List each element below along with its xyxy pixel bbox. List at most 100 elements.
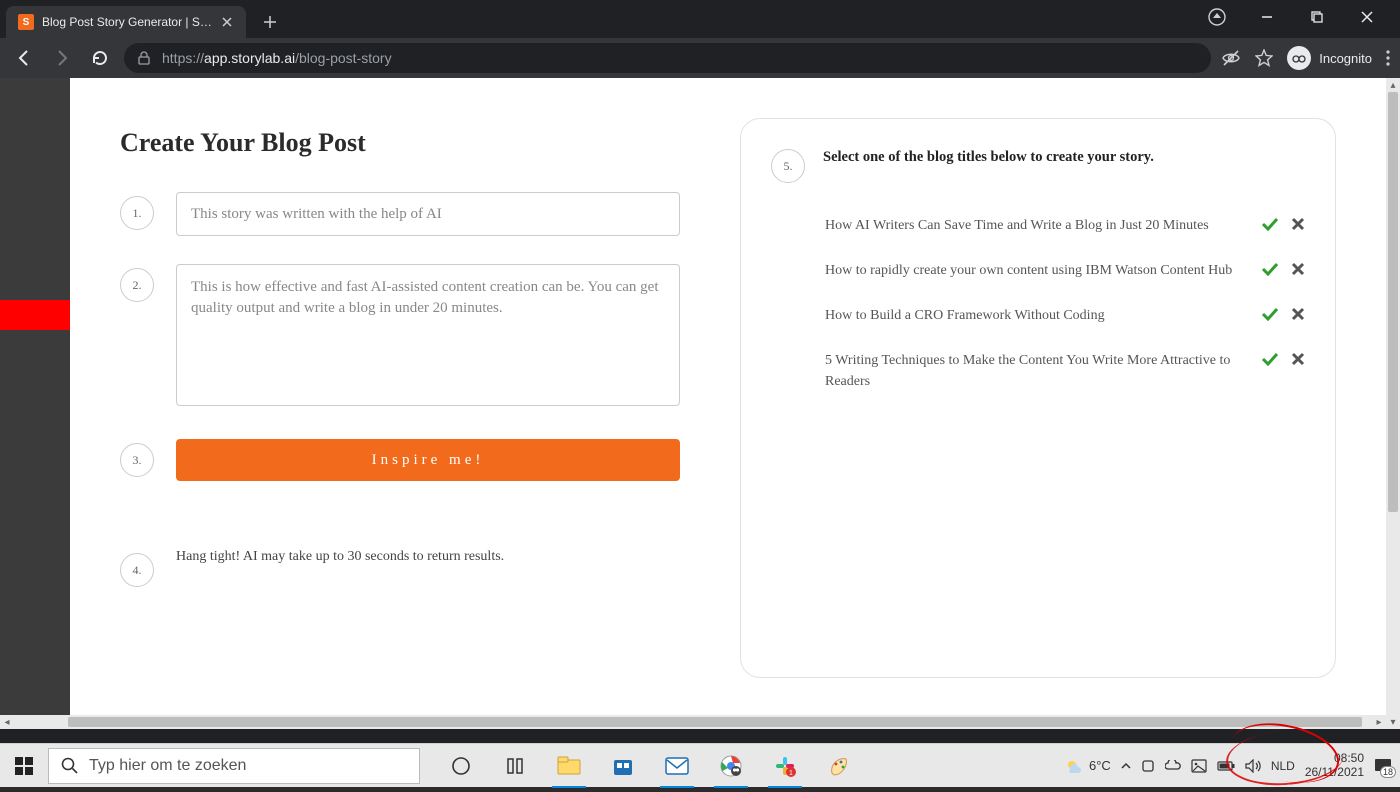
accept-icon[interactable]: [1261, 217, 1279, 231]
tray-onedrive-icon[interactable]: [1165, 760, 1181, 772]
scroll-down-arrow-icon[interactable]: ▾: [1386, 715, 1400, 729]
suggestion-text[interactable]: 5 Writing Techniques to Make the Content…: [825, 350, 1243, 392]
tab-close-icon[interactable]: [220, 15, 234, 29]
svg-text:1: 1: [789, 770, 793, 777]
toolbar-right: Incognito: [1221, 46, 1390, 70]
mail-icon[interactable]: [654, 744, 700, 788]
suggestion-item: 5 Writing Techniques to Make the Content…: [825, 338, 1305, 404]
suggestion-item: How to rapidly create your own content u…: [825, 248, 1305, 293]
window-close-icon[interactable]: [1352, 2, 1382, 32]
back-button[interactable]: [10, 44, 38, 72]
step-number-2: 2.: [120, 268, 154, 302]
horizontal-scroll-thumb[interactable]: [68, 717, 1362, 727]
scroll-left-arrow-icon[interactable]: ◂: [0, 717, 14, 728]
inspire-me-button[interactable]: Inspire me!: [176, 439, 680, 481]
suggestion-text[interactable]: How to rapidly create your own content u…: [825, 260, 1243, 281]
suggestion-text[interactable]: How AI Writers Can Save Time and Write a…: [825, 215, 1243, 236]
step-number-4: 4.: [120, 553, 154, 587]
user-profile-icon[interactable]: [1202, 2, 1232, 32]
incognito-label: Incognito: [1319, 51, 1372, 66]
tab-favicon: S: [18, 14, 34, 30]
chrome-menu-icon[interactable]: [1386, 50, 1390, 66]
tab-title: Blog Post Story Generator | Story: [42, 15, 212, 29]
tray-language[interactable]: NLD: [1271, 759, 1295, 773]
browser-tab[interactable]: S Blog Post Story Generator | Story: [6, 6, 246, 38]
reject-icon[interactable]: [1291, 352, 1305, 366]
tray-time: 08:50: [1305, 752, 1364, 765]
tray-security-icon[interactable]: [1141, 759, 1155, 773]
weather-widget[interactable]: 6°C: [1065, 757, 1111, 775]
suggestions-panel: 5. Select one of the blog titles below t…: [740, 118, 1336, 678]
vertical-scrollbar[interactable]: ▴ ▾: [1386, 78, 1400, 729]
step-number-5: 5.: [771, 149, 805, 183]
incognito-indicator[interactable]: Incognito: [1287, 46, 1372, 70]
window-controls: [1202, 2, 1394, 38]
system-tray: 6°C NLD 08:50 26/11/2021 18: [1065, 752, 1400, 778]
address-bar[interactable]: https://app.storylab.ai/blog-post-story: [124, 43, 1211, 73]
tray-volume-icon[interactable]: [1245, 759, 1261, 773]
scroll-up-arrow-icon[interactable]: ▴: [1386, 78, 1400, 92]
accept-icon[interactable]: [1261, 262, 1279, 276]
eye-off-icon[interactable]: [1221, 48, 1241, 68]
accept-icon[interactable]: [1261, 352, 1279, 366]
task-view-icon[interactable]: [438, 744, 484, 788]
horizontal-scrollbar[interactable]: ◂ ▸: [0, 715, 1386, 729]
tray-notifications-icon[interactable]: 18: [1374, 758, 1392, 774]
window-maximize-icon[interactable]: [1302, 2, 1332, 32]
tray-chevron-icon[interactable]: [1121, 761, 1131, 771]
step5-instruction: Select one of the blog titles below to c…: [823, 149, 1154, 166]
windows-taskbar: Typ hier om te zoeken 1 6°C NLD: [0, 743, 1400, 787]
step-number-1: 1.: [120, 196, 154, 230]
accept-icon[interactable]: [1261, 307, 1279, 321]
bookmark-star-icon[interactable]: [1255, 49, 1273, 67]
page-title: Create Your Blog Post: [120, 128, 680, 158]
suggestion-item: How to Build a CRO Framework Without Cod…: [825, 293, 1305, 338]
taskbar-search-placeholder: Typ hier om te zoeken: [89, 757, 246, 775]
blog-title-input[interactable]: [176, 192, 680, 236]
microsoft-store-icon[interactable]: [600, 744, 646, 788]
blog-description-input[interactable]: This is how effective and fast AI-assist…: [176, 264, 680, 406]
vertical-scroll-thumb[interactable]: [1388, 92, 1398, 512]
slack-icon[interactable]: 1: [762, 744, 808, 788]
notification-count: 18: [1380, 766, 1396, 778]
reject-icon[interactable]: [1291, 307, 1305, 321]
suggestion-list: How AI Writers Can Save Time and Write a…: [771, 203, 1305, 404]
window-minimize-icon[interactable]: [1252, 2, 1282, 32]
start-button[interactable]: [0, 744, 48, 788]
people-icon[interactable]: [492, 744, 538, 788]
paint-icon[interactable]: [816, 744, 862, 788]
suggestion-item: How AI Writers Can Save Time and Write a…: [825, 203, 1305, 248]
search-icon: [61, 757, 79, 775]
url-host: app.storylab.ai: [204, 50, 295, 66]
tray-date: 26/11/2021: [1305, 766, 1364, 779]
tray-photos-icon[interactable]: [1191, 759, 1207, 773]
waiting-hint-text: Hang tight! AI may take up to 30 seconds…: [176, 549, 680, 565]
page-content: Create Your Blog Post 1. 2. This is how …: [70, 78, 1386, 729]
new-tab-button[interactable]: [256, 8, 284, 36]
browser-toolbar: https://app.storylab.ai/blog-post-story …: [0, 38, 1400, 78]
forward-button[interactable]: [48, 44, 76, 72]
tray-battery-icon[interactable]: [1217, 761, 1235, 771]
step-number-3: 3.: [120, 443, 154, 477]
tray-clock[interactable]: 08:50 26/11/2021: [1305, 752, 1364, 778]
reject-icon[interactable]: [1291, 217, 1305, 231]
lock-icon: [138, 51, 152, 65]
browser-window: S Blog Post Story Generator | Story: [0, 0, 1400, 787]
left-gutter: [0, 78, 70, 729]
taskbar-search[interactable]: Typ hier om te zoeken: [48, 748, 420, 784]
file-explorer-icon[interactable]: [546, 744, 592, 788]
suggestion-text[interactable]: How to Build a CRO Framework Without Cod…: [825, 305, 1243, 326]
taskbar-pinned-apps: 1: [438, 744, 862, 788]
chrome-icon[interactable]: [708, 744, 754, 788]
tab-strip: S Blog Post Story Generator | Story: [0, 0, 1400, 38]
reload-button[interactable]: [86, 44, 114, 72]
url-path: /blog-post-story: [295, 50, 391, 66]
incognito-icon: [1287, 46, 1311, 70]
red-sidebar-marker: [0, 300, 70, 330]
browser-viewport: Create Your Blog Post 1. 2. This is how …: [0, 78, 1400, 729]
scroll-right-arrow-icon[interactable]: ▸: [1372, 717, 1386, 728]
reject-icon[interactable]: [1291, 262, 1305, 276]
url-text: https://app.storylab.ai/blog-post-story: [162, 50, 392, 66]
weather-temp: 6°C: [1089, 758, 1111, 773]
url-protocol: https://: [162, 50, 204, 66]
